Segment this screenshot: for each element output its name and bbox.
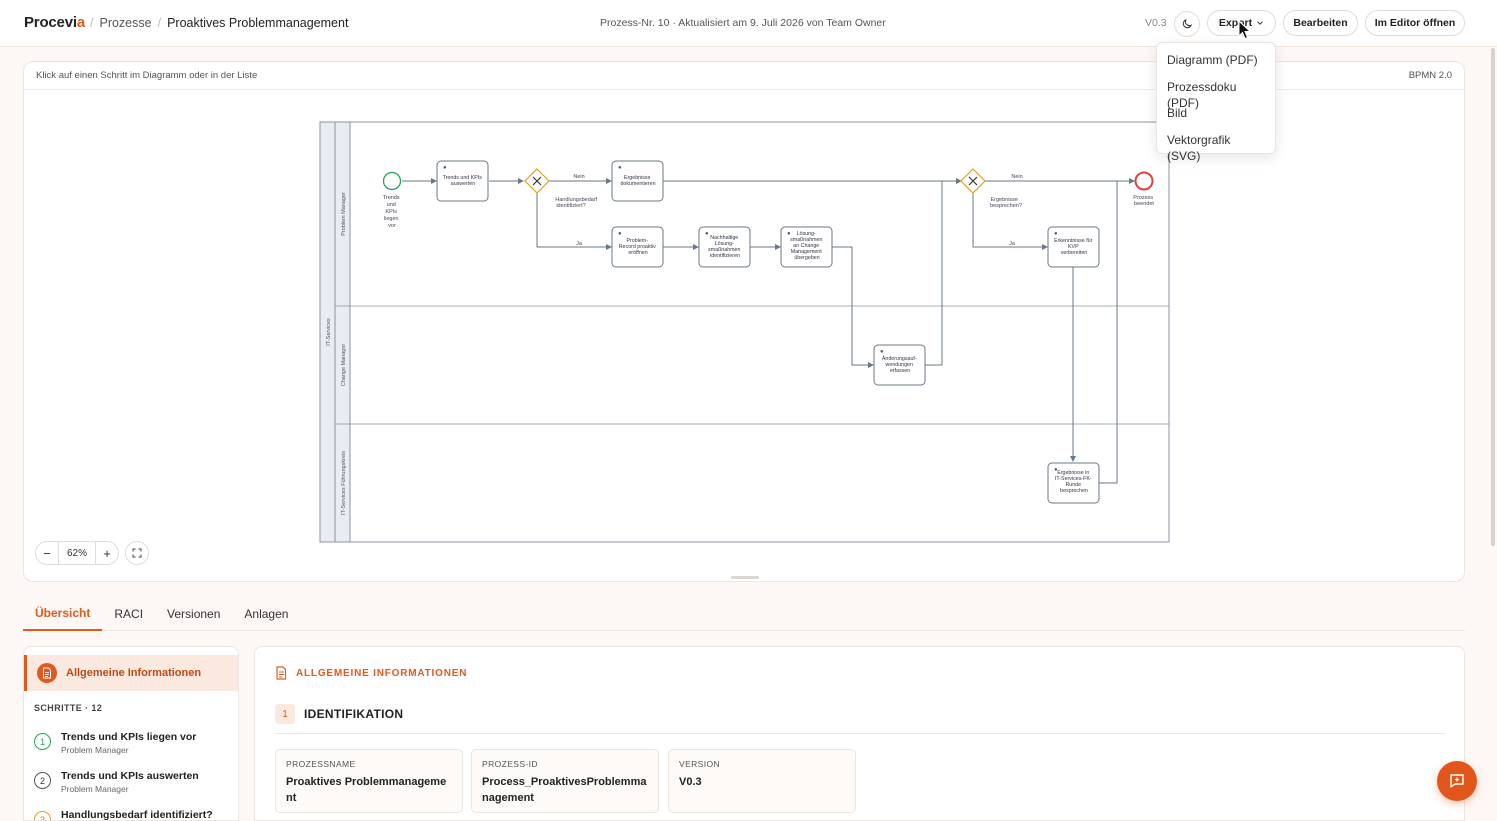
step-item[interactable]: 1 Trends und KPIs liegen vor Problem Man… (34, 731, 196, 755)
chat-icon (1450, 774, 1464, 788)
process-meta: Prozess-Nr. 10 · Aktualisiert am 9. Juli… (600, 17, 886, 29)
sidebar-item-label: Allgemeine Informationen (66, 667, 202, 679)
end-event-label: Prozess beendet (1133, 195, 1154, 207)
zoom-controls: − 62% + (35, 541, 149, 565)
chevron-down-icon (1257, 21, 1263, 25)
field-value: Proaktives Problemmanagement (286, 776, 447, 804)
user-icon: ● (705, 231, 709, 237)
field-process-id: PROZESS-ID Process_ProaktivesProblemmana… (471, 749, 659, 813)
version-tag: V0.3 (1145, 17, 1167, 29)
task-erkenntnisse-kvp[interactable]: ● Erkenntnisse für KVP verbereiten (1047, 226, 1100, 268)
task-ergebnisse-dokumentieren[interactable]: ● Ergebnisse dokumentieren (611, 160, 664, 202)
chat-button[interactable] (1437, 761, 1477, 801)
tab-overview[interactable]: Übersicht (23, 596, 103, 631)
export-svg[interactable]: Vektorgrafik (SVG) (1157, 129, 1275, 163)
export-menu: Diagramm (PDF) Prozessdoku (PDF) Bild Ve… (1156, 42, 1276, 163)
zoom-in-button[interactable]: + (96, 542, 118, 564)
field-label: PROZESSNAME (286, 759, 356, 769)
field-value: V0.3 (679, 776, 702, 788)
section-title: IDENTIFIKATION (304, 707, 404, 721)
document-icon (276, 666, 287, 680)
tab-attachments[interactable]: Anlagen (232, 596, 300, 631)
task-ergebnisse-fk-runde[interactable]: ● Ergebnisse in IT-Services-FK- Runde be… (1047, 462, 1100, 504)
document-icon (43, 667, 51, 679)
step-item[interactable]: 3 Handlungsbedarf identifiziert? (34, 809, 213, 821)
zoom-out-button[interactable]: − (36, 542, 58, 564)
end-event[interactable] (1134, 171, 1154, 191)
fullscreen-button[interactable] (125, 541, 149, 565)
field-process-name: PROZESSNAME Proaktives Problemmanagement (275, 749, 463, 813)
field-value: Process_ProaktivesProblemmanagement (482, 776, 647, 804)
step-item[interactable]: 2 Trends und KPIs auswerten Problem Mana… (34, 770, 199, 794)
page-scrollbar[interactable] (1491, 48, 1495, 546)
step-role: Problem Manager (61, 784, 129, 794)
flow-label-no-1: Nein (573, 174, 584, 180)
user-icon: ● (443, 165, 447, 171)
task-aenderungsaufwendungen[interactable]: ● Änderungsauf- wendungen erfassen (873, 344, 926, 386)
theme-toggle-button[interactable] (1174, 11, 1200, 37)
export-process-doc-pdf[interactable]: Prozessdoku (PDF) (1157, 76, 1275, 110)
step-title: Handlungsbedarf identifiziert? (61, 809, 213, 821)
step-number: 3 (34, 811, 51, 820)
tab-versions[interactable]: Versionen (155, 596, 232, 631)
field-label: PROZESS-ID (482, 759, 538, 769)
tab-bar: Übersicht RACI Versionen Anlagen (23, 596, 1465, 631)
app-logo[interactable]: Procevia (24, 14, 85, 31)
task-trends-auswerten[interactable]: ● Trends und KPIs auswerten (436, 160, 489, 202)
breadcrumb-separator: / (157, 16, 162, 30)
task-change-uebergeben[interactable]: ● Lösung- smaßnahmen an Change Managemen… (780, 226, 833, 268)
svg-text:Nachhaltige Lösung-: Nachhaltige Lösung- smaßnahmen identifiz… (708, 235, 742, 259)
breadcrumb-current: Proaktives Problemmanagement (167, 16, 349, 30)
step-title: Trends und KPIs auswerten (61, 770, 199, 782)
sidebar-item-general-info[interactable]: Allgemeine Informationen (24, 655, 238, 691)
resize-handle[interactable] (731, 576, 759, 579)
document-badge (37, 663, 57, 683)
top-bar: Procevia / Prozesse / Proaktives Problem… (0, 0, 1497, 47)
breadcrumb-root-link[interactable]: Prozesse (99, 16, 151, 30)
step-title: Trends und KPIs liegen vor (61, 731, 197, 743)
fullscreen-icon (132, 548, 142, 558)
steps-sidebar: Allgemeine Informationen SCHRITTE · 12 1… (23, 646, 239, 821)
user-icon: ● (880, 349, 884, 355)
zoom-group: − 62% + (35, 541, 119, 565)
step-number: 2 (34, 772, 51, 789)
pool-label: IT-Services (326, 318, 332, 346)
user-icon: ● (618, 165, 622, 171)
details-panel: ALLGEMEINE INFORMATIONEN 1 IDENTIFIKATIO… (254, 646, 1465, 821)
svg-text:Ergebnisse dokumentier: Ergebnisse dokumentieren (620, 175, 655, 187)
breadcrumb: / Prozesse / Proaktives Problemmanagemen… (90, 16, 348, 30)
moon-icon (1182, 19, 1192, 29)
export-diagram-pdf[interactable]: Diagramm (PDF) (1157, 49, 1275, 76)
open-editor-button[interactable]: Im Editor öffnen (1365, 10, 1465, 36)
user-icon: ● (1054, 231, 1058, 237)
flow-label-no-2: Nein (1011, 174, 1022, 180)
panel-heading-label: ALLGEMEINE INFORMATIONEN (296, 667, 468, 679)
lane-label-it-fk: IT-Services Führungskreis (341, 451, 347, 515)
flow-label-yes-1: Ja (576, 241, 583, 247)
steps-heading: SCHRITTE · 12 (34, 703, 103, 713)
tab-raci[interactable]: RACI (102, 596, 155, 631)
user-icon: ● (618, 231, 622, 237)
step-number: 1 (34, 733, 51, 750)
breadcrumb-separator: / (90, 16, 94, 30)
task-nachhaltige-loesung[interactable]: ● Nachhaltige Lösung- smaßnahmen identif… (698, 226, 751, 268)
mouse-cursor-icon (1238, 20, 1252, 40)
flow-label-yes-2: Ja (1009, 241, 1016, 247)
start-event[interactable] (382, 171, 402, 191)
export-image[interactable]: Bild (1157, 102, 1275, 129)
edit-button[interactable]: Bearbeiten (1283, 10, 1358, 36)
task-problem-record[interactable]: ● Problem- Record proaktiv eröffnen (611, 226, 664, 268)
lane-label-change-manager: Change Manager (341, 344, 347, 387)
section-divider (275, 733, 1445, 734)
panel-heading: ALLGEMEINE INFORMATIONEN (275, 666, 467, 680)
section-number: 1 (275, 704, 295, 724)
step-role: Problem Manager (61, 745, 129, 755)
field-label: VERSION (679, 759, 721, 769)
zoom-level: 62% (58, 542, 96, 564)
gateway2-label: Ergebnisse besprechen? (990, 197, 1022, 209)
lane-label-problem-manager: Problem Manager (341, 192, 347, 236)
field-version: VERSION V0.3 (668, 749, 856, 813)
